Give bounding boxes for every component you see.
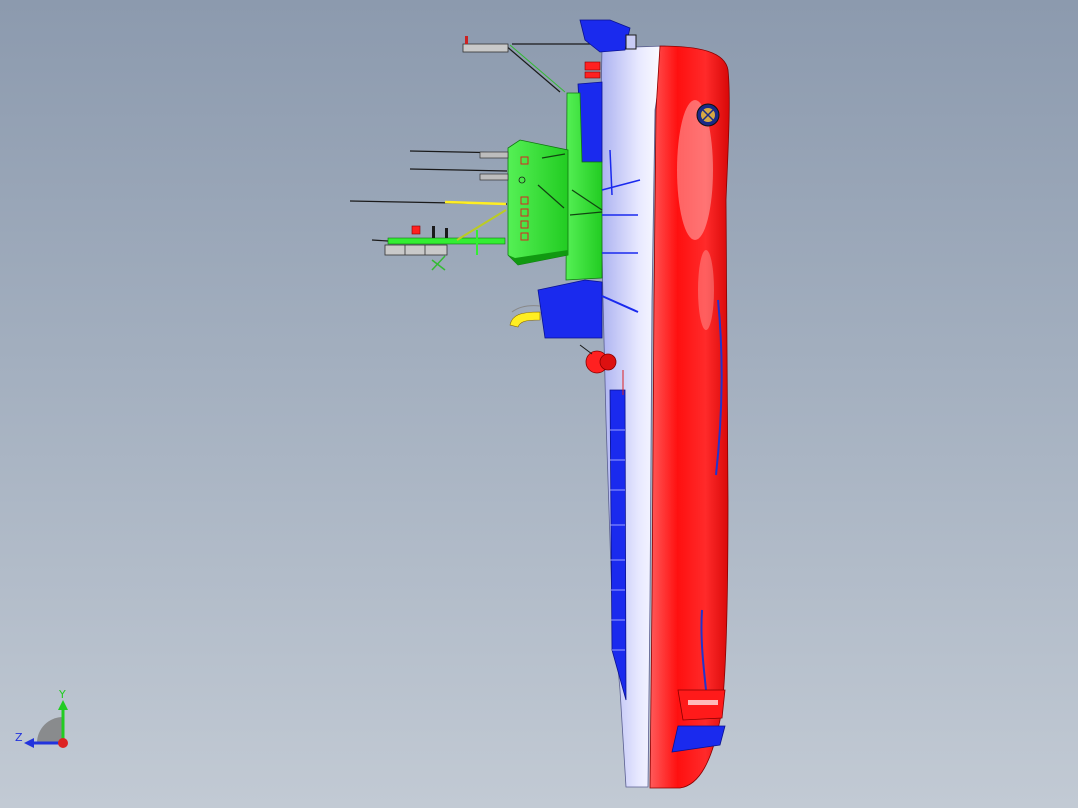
y-arrow-head	[58, 700, 68, 710]
hull-highlight-2	[698, 250, 714, 330]
bow-top-blue	[579, 19, 631, 53]
top-crane	[462, 36, 595, 93]
model-view[interactable]	[0, 0, 1078, 808]
green-superstructure-front	[507, 139, 569, 266]
z-arrow-head	[24, 738, 34, 748]
emblem-icon	[696, 103, 720, 127]
red-part-1	[584, 61, 601, 71]
coordinate-triad: Y Z	[10, 686, 80, 756]
yellow-exhaust	[509, 311, 541, 328]
x-axis-dot	[58, 738, 68, 748]
yellow-antenna	[444, 200, 507, 206]
red-part-2	[584, 71, 601, 79]
lower-crane	[384, 209, 507, 271]
stern-highlight	[688, 700, 718, 705]
z-axis-label: Z	[15, 731, 23, 744]
y-axis-label: Y	[58, 688, 66, 701]
exhaust-rim	[511, 305, 541, 313]
stern-blue-part	[671, 725, 726, 753]
graphics-viewport[interactable]: Y Z	[0, 0, 1078, 808]
blue-cargo-deck	[609, 389, 627, 701]
triad-quadrant	[37, 717, 63, 743]
mast-lines	[349, 150, 508, 242]
triad-graphic: Y Z	[15, 688, 68, 748]
bow-window	[625, 34, 637, 50]
blue-funnel	[537, 279, 603, 339]
gray-fittings	[479, 151, 509, 181]
